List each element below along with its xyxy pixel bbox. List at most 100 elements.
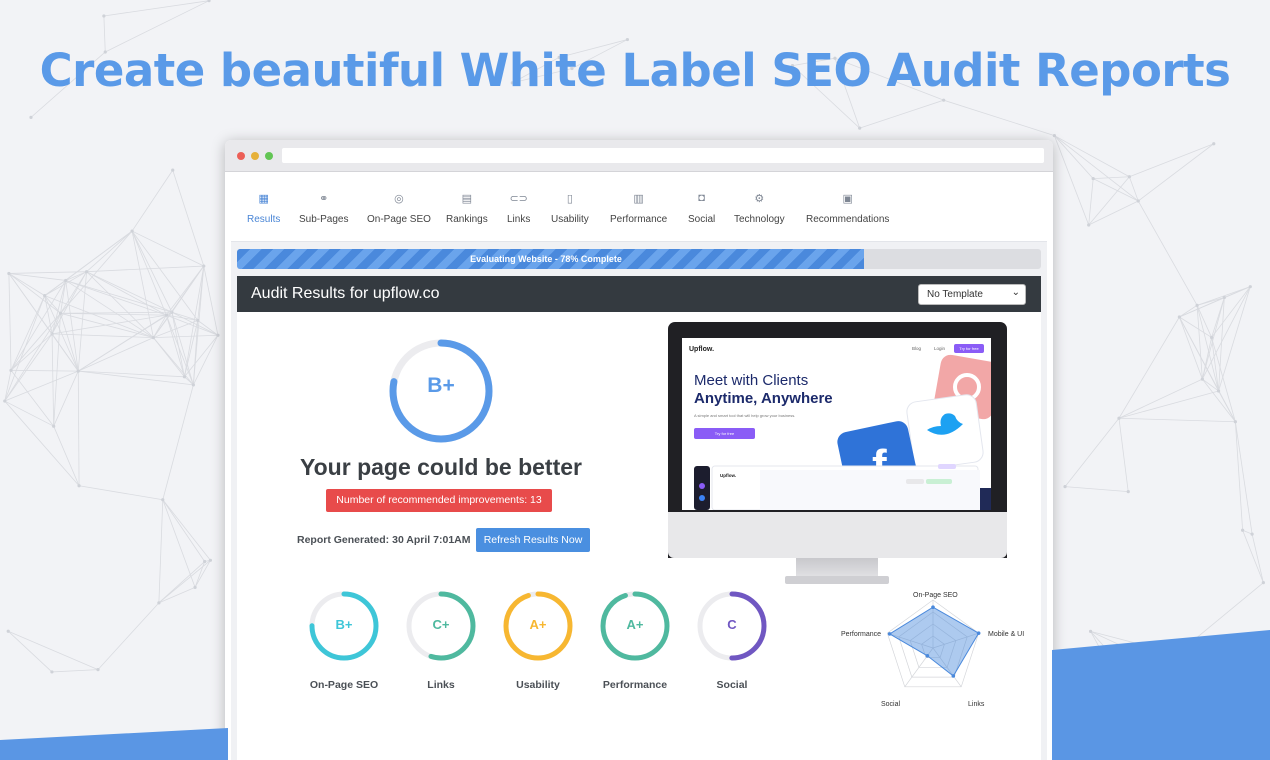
close-dot-icon[interactable] (237, 152, 245, 160)
network-node (1195, 303, 1199, 307)
network-line (194, 560, 211, 588)
network-node (1200, 377, 1204, 381)
tab-label: Recommendations (806, 214, 890, 225)
score-grade: A+ (529, 617, 547, 632)
network-node (102, 14, 106, 18)
network-line (1054, 135, 1094, 179)
target-icon: ◎ (394, 193, 404, 205)
network-node (58, 311, 63, 315)
network-node (203, 559, 207, 564)
network-node (1117, 416, 1121, 420)
network-line (60, 313, 79, 372)
tab-sub-pages[interactable]: ⚭ Sub-Pages (299, 192, 348, 225)
audit-title: Audit Results for upflow.co (251, 285, 440, 302)
network-node (50, 670, 54, 674)
radar-label-links: Links (968, 701, 985, 708)
network-line (1176, 582, 1264, 655)
tab-results[interactable]: ▦ Results (247, 192, 280, 225)
network-line (1196, 297, 1225, 306)
radar-chart: On-Page SEO Mobile & UI Links Social Per… (833, 576, 1033, 716)
monitor-stand (796, 558, 878, 578)
network-line (203, 265, 219, 336)
address-bar[interactable] (282, 148, 1044, 163)
tab-usability[interactable]: ▯ Usability (551, 192, 589, 225)
app-chip-purple (938, 464, 956, 469)
network-node (151, 336, 155, 340)
network-line (97, 602, 160, 670)
tab-performance[interactable]: ▥ Performance (610, 192, 667, 225)
network-line (1090, 631, 1144, 691)
progress-bar: Evaluating Website - 78% Complete (237, 249, 1041, 269)
improvements-badge: Number of recommended improvements: 13 (326, 489, 552, 512)
network-node (1233, 420, 1237, 424)
network-node (164, 313, 168, 317)
radar-point (925, 653, 930, 658)
template-select[interactable]: No Template ⌄ (918, 284, 1026, 305)
network-line (78, 337, 154, 372)
page-headline: Create beautiful White Label SEO Audit R… (39, 44, 1231, 97)
preview-hero-subtitle: A simple and smart tool that will help g… (694, 413, 796, 418)
network-node (202, 264, 206, 268)
tab-label: Links (507, 214, 531, 225)
network-node (193, 585, 197, 589)
network-line (10, 333, 53, 371)
score-performance: A+ Performance (590, 590, 680, 691)
network-line (79, 485, 163, 501)
network-line (162, 384, 194, 500)
network-node (1191, 735, 1195, 739)
tab-social[interactable]: ◘ Social (688, 192, 715, 225)
network-line (1088, 176, 1130, 226)
network-line (131, 230, 167, 316)
clipboard-icon: ▣ (842, 193, 853, 205)
tab-label: Rankings (446, 214, 488, 225)
overall-grade-gauge: B+ (386, 336, 496, 446)
network-line (943, 99, 1055, 136)
bar-chart-icon: ▥ (633, 193, 644, 205)
tab-bar: ▦ Results ⚭ Sub-Pages ◎ On-Page SEO ▤ Rankin… (231, 172, 1047, 242)
network-line (86, 265, 204, 273)
network-line (158, 499, 164, 603)
network-node (1141, 688, 1145, 692)
score-label: Links (427, 679, 455, 691)
network-node (214, 747, 218, 751)
tab-links[interactable]: ⊂⊃ Links (507, 192, 530, 225)
refresh-results-button[interactable]: Refresh Results Now (476, 528, 590, 552)
network-node (3, 399, 7, 403)
network-line (1179, 297, 1225, 318)
preview-social-art: f (694, 354, 991, 510)
tab-rankings[interactable]: ▤ Rankings (446, 192, 488, 225)
audit-panel: Audit Results for upflow.co No Template … (237, 276, 1041, 760)
network-node (43, 294, 47, 298)
app-chip-green (926, 479, 952, 484)
app-dot-purple (699, 483, 705, 489)
network-node (1088, 629, 1093, 633)
network-node (161, 498, 165, 502)
network-line (1234, 421, 1244, 531)
tab-recommendations[interactable]: ▣ Recommendations (806, 192, 889, 225)
network-line (1088, 200, 1139, 226)
radar-label-mobile-ui: Mobile & UI (988, 631, 1025, 638)
network-node (6, 629, 10, 633)
network-line (1118, 418, 1129, 492)
chevron-down-icon: ⌄ (1011, 287, 1020, 298)
network-line (10, 313, 61, 371)
gears-icon: ⚙ (754, 193, 765, 205)
maximize-dot-icon[interactable] (265, 152, 273, 160)
network-line (153, 334, 218, 339)
ranking-chart-icon: ▤ (461, 193, 473, 205)
network-line (1118, 316, 1180, 419)
network-line (1179, 304, 1198, 318)
network-line (7, 630, 53, 673)
minimize-dot-icon[interactable] (251, 152, 259, 160)
score-on-page-seo: B+ On-Page SEO (299, 590, 389, 691)
preview-hero-button: Try for free (694, 428, 755, 439)
network-line (78, 370, 185, 378)
network-node (1232, 750, 1236, 754)
network-line (1129, 143, 1214, 178)
score-label: Social (716, 679, 748, 691)
radar-point (887, 632, 892, 636)
tab-on-page-seo[interactable]: ◎ On-Page SEO (367, 192, 431, 225)
tab-technology[interactable]: ⚙ Technology (734, 192, 785, 225)
tab-label: Technology (734, 214, 785, 225)
network-node (1248, 285, 1252, 289)
